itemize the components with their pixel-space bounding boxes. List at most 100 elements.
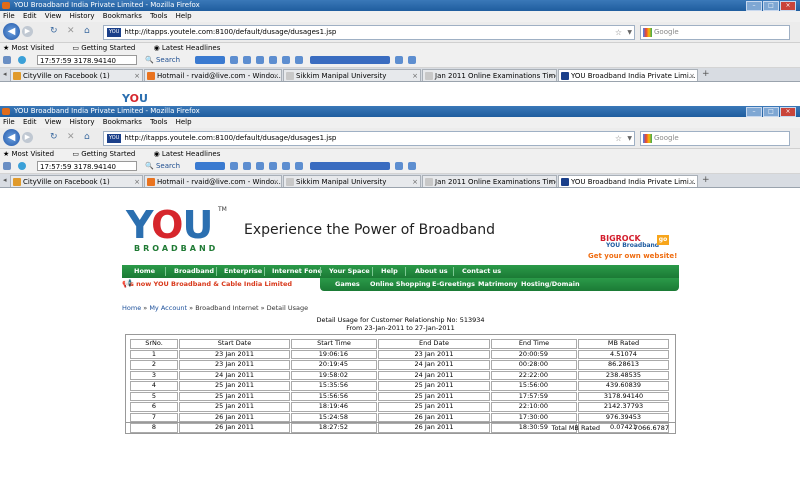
toolbar-icon[interactable] xyxy=(256,56,264,64)
toolbar-icon[interactable] xyxy=(230,162,238,170)
new-tab-button[interactable]: + xyxy=(702,69,710,79)
menu-bookmarks[interactable]: Bookmarks xyxy=(103,118,142,126)
nav-contact-us[interactable]: Contact us xyxy=(462,265,501,278)
toolbar-icon[interactable] xyxy=(243,56,251,64)
toolbar-icon[interactable] xyxy=(269,162,277,170)
chevron-down-icon[interactable]: ▼ xyxy=(627,132,632,145)
toolbar-icon[interactable] xyxy=(243,162,251,170)
media-slider[interactable] xyxy=(310,162,390,170)
tab-close-icon[interactable]: × xyxy=(134,70,140,81)
toolbar-badge-icon[interactable] xyxy=(195,162,225,170)
forward-arrow-icon[interactable]: ▶ xyxy=(22,132,33,143)
subnav-hosting-domain[interactable]: Hosting/Domain xyxy=(521,278,580,291)
menu-edit[interactable]: Edit xyxy=(23,12,37,20)
maximize-button[interactable]: □ xyxy=(763,107,779,117)
stock-ticker-box[interactable]: 17:57:59 3178.94140 xyxy=(37,161,137,171)
nav-internet-fone[interactable]: Internet Fone xyxy=(272,265,322,278)
bookmark-most-visited[interactable]: ★ Most Visited xyxy=(3,44,62,52)
new-tab-button[interactable]: + xyxy=(702,175,710,185)
tab-you-broadband[interactable]: YOU Broadband India Private Limi... × xyxy=(558,175,698,187)
web-search-input[interactable]: Google xyxy=(640,131,790,146)
bookmark-star-icon[interactable]: ☆ xyxy=(615,132,622,145)
toolbar-icon[interactable] xyxy=(282,162,290,170)
toolbar-search-button[interactable]: 🔍 Search xyxy=(145,161,180,172)
reload-icon[interactable]: ↻ xyxy=(50,132,58,142)
menu-edit[interactable]: Edit xyxy=(23,118,37,126)
breadcrumb-my-account[interactable]: My Account xyxy=(149,304,187,312)
tab-close-icon[interactable]: × xyxy=(134,176,140,187)
bigrock-ad-sub[interactable]: YOU Broadband xyxy=(606,242,659,249)
tab-close-icon[interactable]: × xyxy=(689,70,695,81)
tab-close-icon[interactable]: × xyxy=(548,176,554,187)
forward-arrow-icon[interactable]: ▶ xyxy=(22,26,33,37)
menu-bookmarks[interactable]: Bookmarks xyxy=(103,12,142,20)
tab-close-icon[interactable]: × xyxy=(273,70,279,81)
menu-help[interactable]: Help xyxy=(176,12,192,20)
bookmark-getting-started[interactable]: ▭ Getting Started xyxy=(72,44,143,52)
addon-icon[interactable] xyxy=(3,162,11,170)
stop-icon[interactable]: ✕ xyxy=(67,26,75,36)
toolbar-badge-icon[interactable] xyxy=(195,56,225,64)
tab-list-icon[interactable]: ◂ xyxy=(3,176,7,184)
tab-list-icon[interactable]: ◂ xyxy=(3,70,7,78)
menu-view[interactable]: View xyxy=(45,118,62,126)
subnav-online-shopping[interactable]: Online Shopping xyxy=(370,278,431,291)
bookmark-latest-headlines[interactable]: ◉ Latest Headlines xyxy=(154,44,229,52)
tab-jan-exams[interactable]: Jan 2011 Online Examinations Timet... × xyxy=(422,175,557,187)
minimize-button[interactable]: – xyxy=(746,1,762,11)
bigrock-go-button[interactable]: go xyxy=(657,235,669,245)
nav-help[interactable]: Help xyxy=(381,265,398,278)
breadcrumb-home[interactable]: Home xyxy=(122,304,141,312)
menu-history[interactable]: History xyxy=(70,12,95,20)
stock-ticker-box[interactable]: 17:57:59 3178.94140 xyxy=(37,55,137,65)
stop-icon[interactable]: ✕ xyxy=(67,132,75,142)
nav-home[interactable]: Home xyxy=(134,265,155,278)
menu-file[interactable]: File xyxy=(3,12,15,20)
radio-icon[interactable] xyxy=(18,162,26,170)
close-button[interactable]: × xyxy=(780,1,796,11)
tab-close-icon[interactable]: × xyxy=(412,70,418,81)
home-icon[interactable]: ⌂ xyxy=(84,26,90,36)
subnav-e-greetings[interactable]: E-Greetings xyxy=(432,278,475,291)
addon-icon[interactable] xyxy=(3,56,11,64)
toolbar-icon[interactable] xyxy=(408,162,416,170)
web-search-input[interactable]: Google xyxy=(640,25,790,40)
toolbar-icon[interactable] xyxy=(395,162,403,170)
bookmark-most-visited[interactable]: ★ Most Visited xyxy=(3,150,62,158)
tab-cityville[interactable]: CityVille on Facebook (1) × xyxy=(10,69,143,81)
menu-file[interactable]: File xyxy=(3,118,15,126)
toolbar-icon[interactable] xyxy=(295,162,303,170)
menu-help[interactable]: Help xyxy=(176,118,192,126)
you-logo[interactable]: YOU xyxy=(126,206,213,244)
nav-broadband[interactable]: Broadband xyxy=(174,265,214,278)
tab-you-broadband[interactable]: YOU Broadband India Private Limi... × xyxy=(558,69,698,81)
minimize-button[interactable]: – xyxy=(746,107,762,117)
tab-sikkim[interactable]: Sikkim Manipal University × xyxy=(283,69,421,81)
menu-history[interactable]: History xyxy=(70,118,95,126)
close-button[interactable]: × xyxy=(780,107,796,117)
tab-close-icon[interactable]: × xyxy=(273,176,279,187)
tab-sikkim[interactable]: Sikkim Manipal University × xyxy=(283,175,421,187)
back-arrow-icon[interactable]: ◀ xyxy=(3,129,20,146)
subnav-games[interactable]: Games xyxy=(335,278,360,291)
menu-view[interactable]: View xyxy=(45,12,62,20)
url-input[interactable]: YOU http://itapps.youtele.com:8100/defaul… xyxy=(103,131,635,146)
tab-close-icon[interactable]: × xyxy=(548,70,554,81)
reload-icon[interactable]: ↻ xyxy=(50,26,58,36)
url-input[interactable]: YOU http://itapps.youtele.com:8100/defaul… xyxy=(103,25,635,40)
toolbar-icon[interactable] xyxy=(269,56,277,64)
nav-about-us[interactable]: About us xyxy=(415,265,448,278)
tab-cityville[interactable]: CityVille on Facebook (1) × xyxy=(10,175,143,187)
bookmark-latest-headlines[interactable]: ◉ Latest Headlines xyxy=(154,150,229,158)
toolbar-icon[interactable] xyxy=(230,56,238,64)
subnav-matrimony[interactable]: Matrimony xyxy=(478,278,518,291)
tab-hotmail[interactable]: Hotmail - rvaid@live.com - Windo... × xyxy=(144,175,282,187)
bigrock-cta-link[interactable]: Get your own website! xyxy=(588,252,677,260)
menu-tools[interactable]: Tools xyxy=(150,12,167,20)
tab-hotmail[interactable]: Hotmail - rvaid@live.com - Windo... × xyxy=(144,69,282,81)
back-arrow-icon[interactable]: ◀ xyxy=(3,23,20,40)
toolbar-icon[interactable] xyxy=(282,56,290,64)
toolbar-icon[interactable] xyxy=(256,162,264,170)
chevron-down-icon[interactable]: ▼ xyxy=(627,26,632,39)
tab-close-icon[interactable]: × xyxy=(412,176,418,187)
